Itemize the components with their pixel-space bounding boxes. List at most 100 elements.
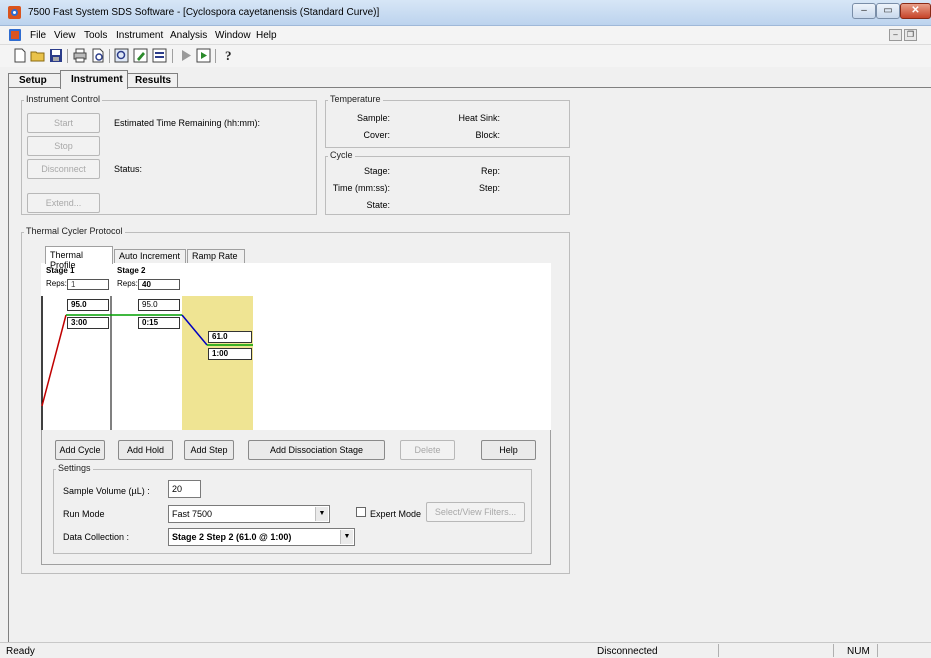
settings-title: Settings — [56, 463, 93, 473]
add-dissociation-stage-button[interactable]: Add Dissociation Stage — [248, 440, 385, 460]
mdi-minimize-button[interactable]: – — [889, 29, 902, 41]
maximize-button[interactable]: ▭ — [876, 3, 900, 19]
expert-mode-checkbox[interactable] — [356, 507, 366, 517]
window-title: 7500 Fast System SDS Software - [Cyclosp… — [28, 7, 380, 18]
tab-instrument[interactable]: Instrument — [60, 70, 128, 89]
time-remaining-label: Estimated Time Remaining (hh:mm): — [114, 118, 261, 128]
tab-ramp-rate[interactable]: Ramp Rate — [187, 249, 245, 264]
stage-1-step-1-temp[interactable]: 95.0 — [67, 299, 109, 311]
chevron-down-icon: ▼ — [315, 507, 328, 521]
help-icon[interactable]: ? — [220, 48, 236, 63]
menu-tools[interactable]: Tools — [84, 30, 107, 41]
edit-icon[interactable] — [133, 48, 149, 63]
data-collection-select[interactable]: Stage 2 Step 2 (61.0 @ 1:00) ▼ — [168, 528, 355, 546]
save-icon[interactable] — [48, 48, 64, 63]
cycle-title: Cycle — [328, 150, 355, 160]
tab-auto-increment[interactable]: Auto Increment — [114, 249, 186, 264]
print-preview-icon[interactable] — [90, 48, 106, 63]
step-label: Step: — [478, 183, 500, 193]
thermal-profile-plot — [41, 296, 253, 430]
help-button[interactable]: Help — [481, 440, 536, 460]
stop-button[interactable]: Stop — [27, 136, 100, 156]
disconnect-button[interactable]: Disconnect — [27, 159, 100, 179]
stage-1-step-1-time[interactable]: 3:00 — [67, 317, 109, 329]
open-icon[interactable] — [30, 48, 46, 63]
sample-temp-label: Sample: — [356, 113, 390, 123]
state-label: State: — [366, 200, 390, 210]
toolbar-separator — [172, 49, 173, 63]
stage-1-reps-field[interactable]: 1 — [67, 279, 109, 290]
zoom-icon[interactable] — [114, 48, 130, 63]
run-mode-select[interactable]: Fast 7500 ▼ — [168, 505, 330, 523]
chevron-down-icon: ▼ — [340, 530, 353, 544]
stage-2-header: Stage 2 — [117, 266, 146, 275]
select-view-filters-button[interactable]: Select/View Filters... — [426, 502, 525, 522]
maximize-icon: ▭ — [883, 5, 893, 16]
add-cycle-button[interactable]: Add Cycle — [55, 440, 105, 460]
play-icon[interactable] — [178, 48, 194, 63]
add-hold-button[interactable]: Add Hold — [118, 440, 173, 460]
minimize-button[interactable]: – — [852, 3, 876, 19]
app-window: 7500 Fast System SDS Software - [Cyclosp… — [0, 0, 931, 658]
svg-text:?: ? — [225, 48, 232, 63]
extend-button[interactable]: Extend... — [27, 193, 100, 213]
status-separator — [718, 644, 719, 657]
cover-temp-label: Cover: — [363, 130, 390, 140]
ramp-up-line — [41, 314, 67, 407]
main-tabs: Setup Instrument Results — [0, 70, 931, 89]
menu-analysis[interactable]: Analysis — [170, 30, 207, 41]
status-label: Status: — [114, 164, 143, 174]
mdi-restore-button[interactable]: ❐ — [904, 29, 917, 41]
run-icon[interactable] — [196, 48, 212, 63]
run-mode-value: Fast 7500 — [172, 509, 213, 519]
stage-2-step-1-temp[interactable]: 95.0 — [138, 299, 180, 311]
tab-results[interactable]: Results — [124, 73, 178, 88]
stage-1-reps-label: Reps: — [46, 279, 67, 288]
block-label: Block: — [475, 130, 500, 140]
time-mmss-label: Time (mm:ss): — [332, 183, 390, 193]
menu-instrument[interactable]: Instrument — [116, 30, 163, 41]
delete-button[interactable]: Delete — [400, 440, 455, 460]
stage-2-step-2-temp[interactable]: 61.0 — [208, 331, 252, 343]
grid-icon[interactable] — [152, 48, 168, 63]
stage-label: Stage: — [363, 166, 390, 176]
start-button[interactable]: Start — [27, 113, 100, 133]
print-icon[interactable] — [72, 48, 88, 63]
stage-2-reps-label: Reps: — [117, 279, 138, 288]
temperature-title: Temperature — [328, 94, 383, 104]
stage-2-step-1-time[interactable]: 0:15 — [138, 317, 180, 329]
data-collection-value: Stage 2 Step 2 (61.0 @ 1:00) — [172, 532, 292, 542]
menu-window[interactable]: Window — [215, 30, 251, 41]
rep-label: Rep: — [480, 166, 500, 176]
tab-setup[interactable]: Setup — [8, 73, 64, 88]
title-bar: 7500 Fast System SDS Software - [Cyclosp… — [0, 0, 931, 26]
menu-file[interactable]: File — [30, 30, 46, 41]
toolbar-separator — [67, 49, 68, 63]
app-logo-icon — [8, 6, 21, 19]
sample-volume-input[interactable]: 20 — [168, 480, 201, 498]
ramp-down-line — [181, 314, 208, 346]
status-separator — [877, 644, 878, 657]
menu-help[interactable]: Help — [256, 30, 277, 41]
new-icon[interactable] — [12, 48, 28, 63]
stage-2-reps-field[interactable]: 40 — [138, 279, 180, 290]
close-button[interactable]: ✕ — [900, 3, 931, 19]
document-icon — [9, 29, 21, 41]
menu-view[interactable]: View — [54, 30, 76, 41]
add-step-button[interactable]: Add Step — [184, 440, 234, 460]
data-collection-label: Data Collection : — [63, 532, 130, 542]
status-bar: Ready Disconnected NUM — [0, 642, 931, 658]
run-mode-label: Run Mode — [63, 509, 105, 519]
thermal-profile-canvas[interactable] — [41, 263, 551, 430]
protocol-title: Thermal Cycler Protocol — [24, 226, 125, 236]
expert-mode-label: Expert Mode — [370, 509, 422, 519]
minimize-icon: – — [861, 5, 867, 16]
heat-sink-label: Heat Sink: — [458, 113, 500, 123]
toolbar: ? — [0, 45, 931, 67]
close-icon: ✕ — [911, 5, 920, 16]
status-separator — [833, 644, 834, 657]
tab-thermal-profile[interactable]: Thermal Profile — [45, 246, 113, 270]
sample-volume-label: Sample Volume (µL) : — [63, 486, 150, 496]
stage-2-step-2-time[interactable]: 1:00 — [208, 348, 252, 360]
toolbar-separator — [109, 49, 110, 63]
